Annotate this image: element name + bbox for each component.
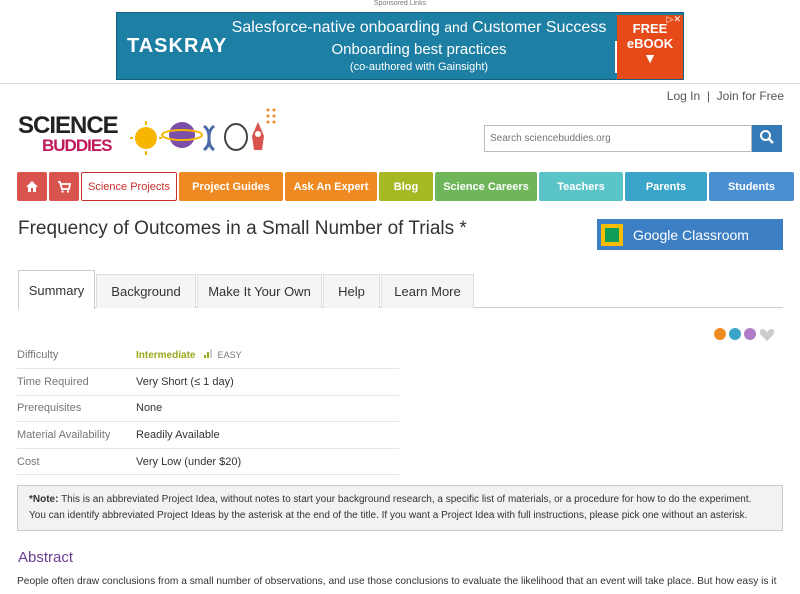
- ad-headline-and: and: [444, 19, 468, 35]
- abbreviated-note: *Note: This is an abbreviated Project Id…: [17, 485, 783, 531]
- nav-blog[interactable]: Blog: [379, 172, 433, 201]
- tab-learn-more[interactable]: Learn More: [381, 274, 474, 308]
- download-arrow-icon: ▼: [643, 50, 657, 66]
- abstract-text: People often draw conclusions from a sma…: [17, 576, 777, 587]
- search-input[interactable]: [484, 125, 752, 152]
- difficulty-bars-icon: [203, 349, 212, 359]
- nav-students[interactable]: Students: [709, 172, 794, 201]
- detail-value: Intermediate EASY: [136, 342, 399, 370]
- detail-key: Difficulty: [17, 342, 136, 370]
- tab-summary[interactable]: Summary: [18, 270, 95, 309]
- ad-headline: Salesforce-native onboarding and Custome…: [229, 19, 609, 37]
- difficulty-tag: EASY: [217, 350, 242, 361]
- ad-headline-end: Customer Success: [472, 19, 607, 36]
- join-link[interactable]: Join for Free: [717, 89, 784, 103]
- nav-science-projects[interactable]: Science Projects: [81, 172, 177, 201]
- email-icon[interactable]: [744, 328, 756, 340]
- logo-buddies-text: BUDDIES: [42, 136, 113, 155]
- adchoices-icon[interactable]: ▷✕: [667, 14, 681, 25]
- search-icon: [760, 130, 774, 144]
- login-link[interactable]: Log In: [667, 89, 700, 103]
- nav-cart[interactable]: [49, 172, 79, 201]
- tab-make-it-your-own[interactable]: Make It Your Own: [197, 274, 322, 308]
- tab-help[interactable]: Help: [323, 274, 380, 308]
- account-links: Log In | Join for Free: [667, 89, 784, 103]
- share-toolbar: [714, 328, 775, 342]
- note-line2: You can identify abbreviated Project Ide…: [29, 509, 748, 521]
- project-details-table: Difficulty Intermediate EASY Time Requir…: [17, 342, 399, 476]
- favorite-heart-icon[interactable]: [759, 328, 775, 342]
- detail-row-difficulty: Difficulty Intermediate EASY: [17, 342, 399, 370]
- google-classroom-label: Google Classroom: [633, 226, 749, 243]
- detail-row-material: Material Availability Readily Available: [17, 421, 399, 449]
- abstract-heading: Abstract: [18, 549, 74, 566]
- nav-parents[interactable]: Parents: [625, 172, 707, 201]
- ad-banner[interactable]: TASKRAY Salesforce-native onboarding and…: [116, 12, 684, 80]
- detail-value: Very Low (under $20): [136, 448, 399, 476]
- project-tabs: Summary Background Make It Your Own Help…: [18, 270, 783, 309]
- detail-key: Prerequisites: [17, 395, 136, 423]
- detail-row-cost: Cost Very Low (under $20): [17, 448, 399, 476]
- detail-row-prerequisites: Prerequisites None: [17, 395, 399, 423]
- nav-home[interactable]: [17, 172, 47, 201]
- ad-subline: Onboarding best practices: [331, 41, 507, 58]
- detail-value: Very Short (≤ 1 day): [136, 368, 399, 396]
- difficulty-level: Intermediate: [136, 350, 196, 362]
- wikiapp-icon[interactable]: [714, 328, 726, 340]
- home-icon: [26, 181, 38, 192]
- detail-key: Time Required: [17, 368, 136, 396]
- ad-brand: TASKRAY: [127, 35, 228, 57]
- search-button[interactable]: [752, 125, 782, 152]
- ad-cta-ebook: eBOOK: [626, 36, 674, 51]
- nav-science-careers[interactable]: Science Careers: [435, 172, 537, 201]
- top-ad-region: Sponsored Links TASKRAY Salesforce-nativ…: [0, 0, 800, 84]
- tab-background[interactable]: Background: [96, 274, 196, 308]
- detail-key: Material Availability: [17, 421, 136, 449]
- nav-teachers[interactable]: Teachers: [539, 172, 623, 201]
- google-classroom-icon: [601, 223, 623, 246]
- account-separator: |: [706, 89, 710, 103]
- note-label: *Note:: [29, 494, 59, 505]
- ad-coauthor: (co-authored with Gainsight): [349, 61, 489, 73]
- detail-value: None: [136, 395, 399, 423]
- detail-row-time: Time Required Very Short (≤ 1 day): [17, 368, 399, 396]
- print-icon[interactable]: [729, 328, 741, 340]
- detail-value: Readily Available: [136, 421, 399, 449]
- google-classroom-button[interactable]: Google Classroom: [597, 219, 783, 250]
- nav-project-guides[interactable]: Project Guides: [179, 172, 283, 201]
- site-search: [484, 125, 782, 152]
- note-line1: This is an abbreviated Project Idea, wit…: [61, 494, 752, 505]
- cart-icon: [58, 181, 71, 193]
- detail-key: Cost: [17, 448, 136, 476]
- science-buddies-logo[interactable]: SCIENCE BUDDIES: [18, 104, 278, 162]
- logo-science-icons: [130, 108, 276, 155]
- sponsored-label: Sponsored Links: [373, 0, 427, 7]
- ad-headline-main: Salesforce-native onboarding: [231, 19, 440, 36]
- nav-ask-an-expert[interactable]: Ask An Expert: [285, 172, 377, 201]
- page-title: Frequency of Outcomes in a Small Number …: [18, 218, 467, 239]
- main-nav: Science Projects Project Guides Ask An E…: [17, 172, 796, 201]
